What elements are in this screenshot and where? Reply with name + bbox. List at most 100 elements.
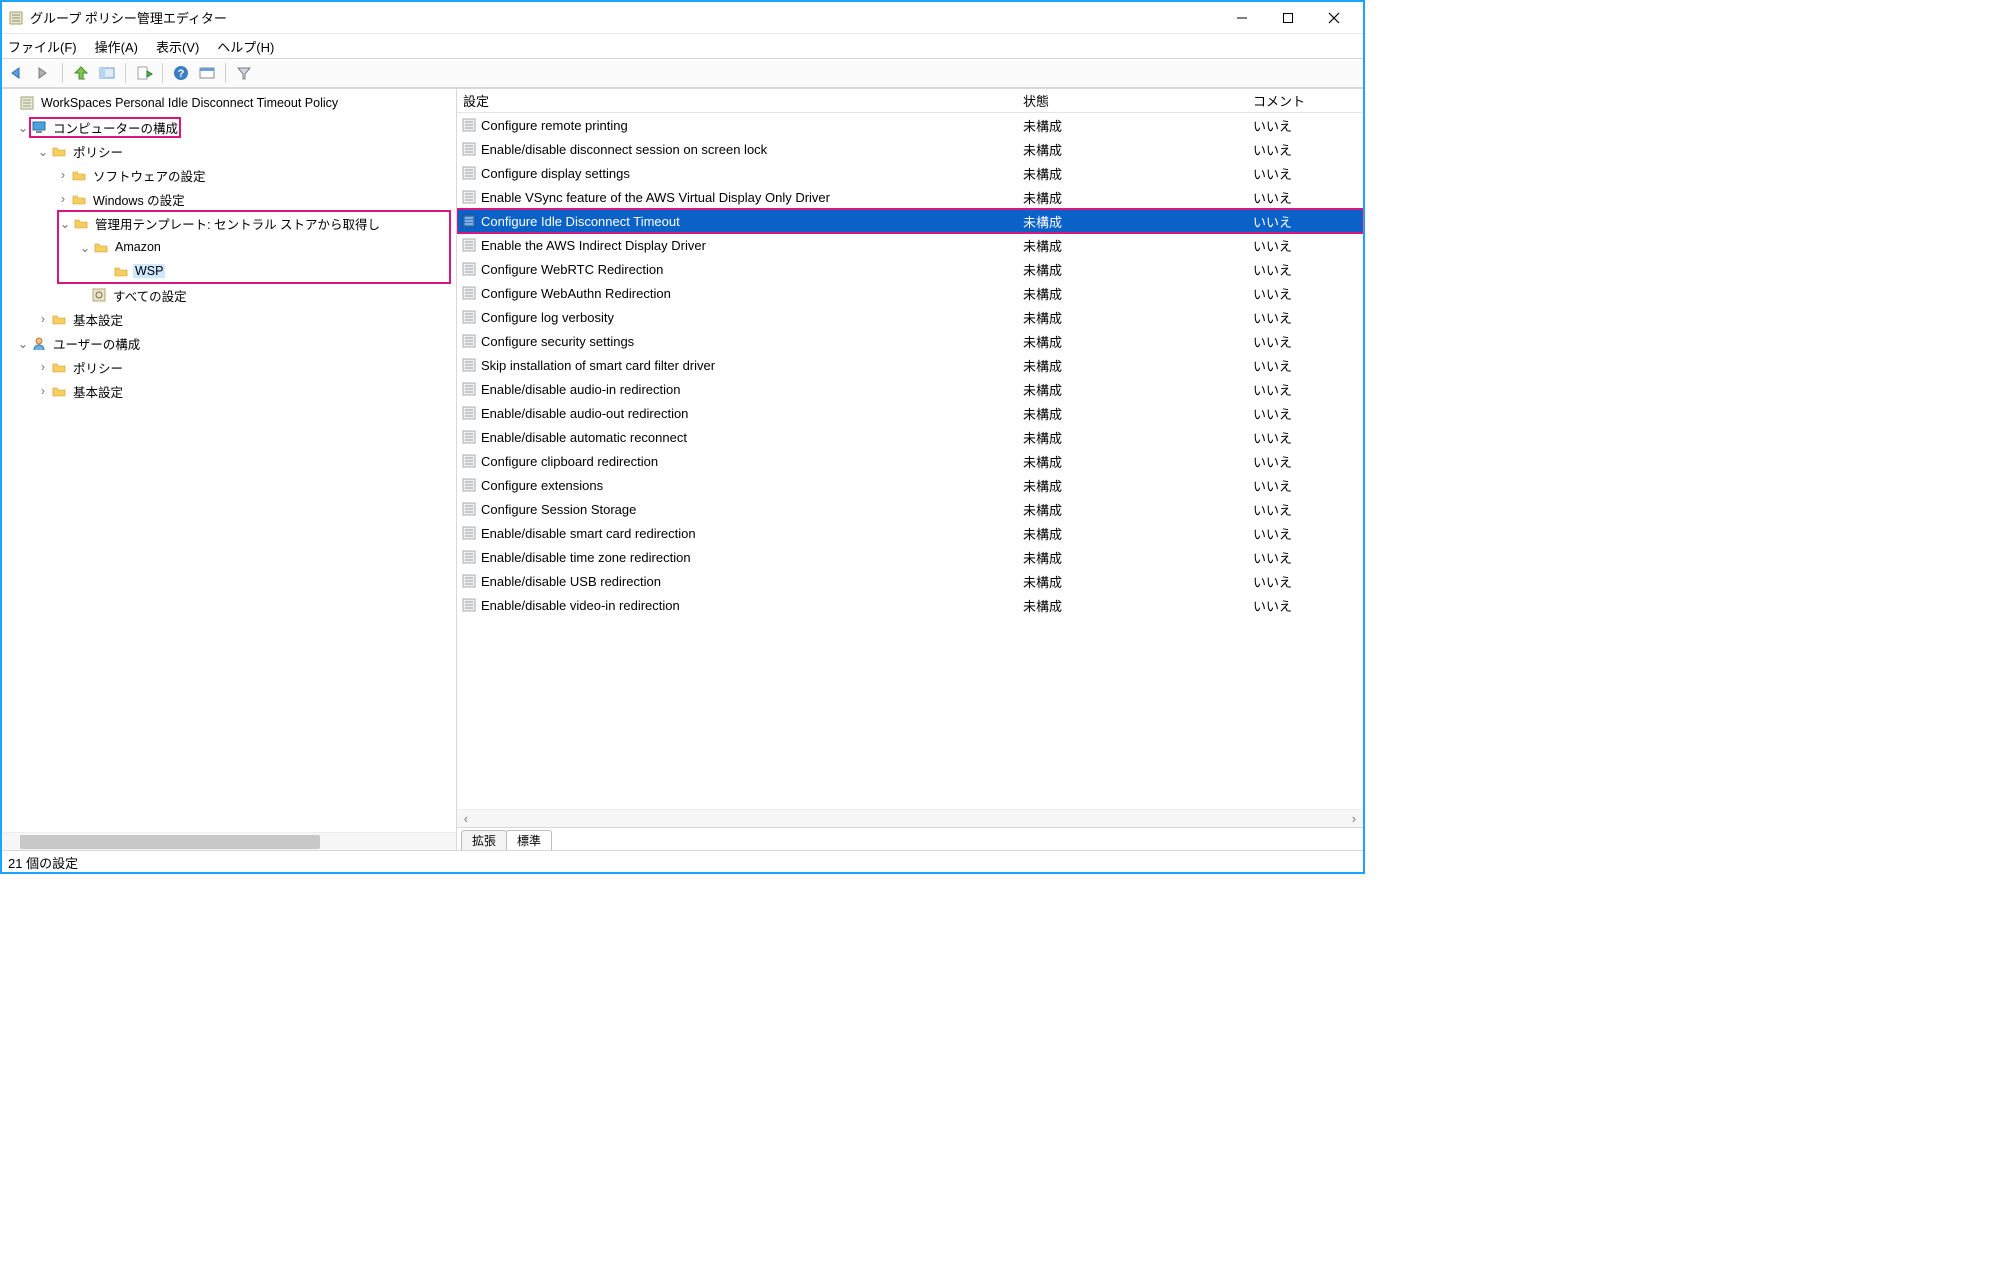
setting-row[interactable]: Enable/disable automatic reconnect未構成いいえ <box>457 425 1363 449</box>
setting-row[interactable]: Configure WebAuthn Redirection未構成いいえ <box>457 281 1363 305</box>
minimize-button[interactable] <box>1219 3 1265 33</box>
setting-state: 未構成 <box>1023 236 1253 255</box>
setting-icon <box>461 549 477 565</box>
expander-icon[interactable]: ⌄ <box>78 240 92 255</box>
setting-icon <box>461 597 477 613</box>
toolbar-separator <box>162 63 163 83</box>
up-button[interactable] <box>69 61 93 85</box>
user-icon <box>30 334 48 352</box>
setting-row[interactable]: Configure extensions未構成いいえ <box>457 473 1363 497</box>
column-setting[interactable]: 設定 <box>457 91 1023 110</box>
setting-row[interactable]: Configure display settings未構成いいえ <box>457 161 1363 185</box>
tree-scroll[interactable]: WorkSpaces Personal Idle Disconnect Time… <box>2 89 456 832</box>
properties-button[interactable] <box>195 61 219 85</box>
column-state[interactable]: 状態 <box>1023 91 1253 110</box>
scroll-left-icon[interactable]: ‹ <box>457 810 475 828</box>
tree-amazon[interactable]: ⌄ Amazon <box>58 235 450 259</box>
setting-row[interactable]: Enable/disable smart card redirection未構成… <box>457 521 1363 545</box>
setting-name: Configure log verbosity <box>481 310 614 325</box>
setting-row[interactable]: Enable the AWS Indirect Display Driver未構… <box>457 233 1363 257</box>
setting-name: Configure WebRTC Redirection <box>481 262 663 277</box>
setting-state: 未構成 <box>1023 188 1253 207</box>
close-button[interactable] <box>1311 3 1357 33</box>
setting-row[interactable]: Configure Session Storage未構成いいえ <box>457 497 1363 521</box>
expander-icon[interactable]: ⌄ <box>36 144 50 159</box>
menu-file[interactable]: ファイル(F) <box>8 37 77 56</box>
setting-row[interactable]: Configure clipboard redirection未構成いいえ <box>457 449 1363 473</box>
highlight-box: ⌄ 管理用テンプレート: セントラル ストアから取得し ⌄ Amazon WSP <box>58 211 450 283</box>
setting-row[interactable]: Enable/disable time zone redirection未構成い… <box>457 545 1363 569</box>
tree-root[interactable]: WorkSpaces Personal Idle Disconnect Time… <box>2 91 456 115</box>
setting-icon <box>461 213 477 229</box>
expander-icon[interactable]: › <box>36 360 50 374</box>
setting-state: 未構成 <box>1023 548 1253 567</box>
tree-windows[interactable]: › Windows の設定 <box>2 187 456 211</box>
tree-computer-config[interactable]: ⌄ コンピューターの構成 <box>2 115 456 139</box>
tree-preferences[interactable]: › 基本設定 <box>2 307 456 331</box>
list-horizontal-scrollbar[interactable]: ‹ › <box>457 809 1363 827</box>
setting-row[interactable]: Configure remote printing未構成いいえ <box>457 113 1363 137</box>
setting-icon <box>461 261 477 277</box>
setting-row[interactable]: Configure log verbosity未構成いいえ <box>457 305 1363 329</box>
setting-comment: いいえ <box>1253 548 1363 567</box>
tree-label: コンピューターの構成 <box>51 118 180 137</box>
setting-name-cell: Enable/disable video-in redirection <box>457 597 1023 613</box>
back-button[interactable] <box>6 61 30 85</box>
tree-software[interactable]: › ソフトウェアの設定 <box>2 163 456 187</box>
menu-view[interactable]: 表示(V) <box>156 37 199 56</box>
expander-icon[interactable]: ⌄ <box>16 120 30 135</box>
setting-row[interactable]: Enable/disable video-in redirection未構成いい… <box>457 593 1363 617</box>
tree-label: ポリシー <box>71 142 125 161</box>
tree-user-preferences[interactable]: › 基本設定 <box>2 379 456 403</box>
setting-row[interactable]: Configure Idle Disconnect Timeout未構成いいえ <box>457 209 1363 233</box>
tree-all-settings[interactable]: すべての設定 <box>2 283 456 307</box>
toolbar-separator <box>62 63 63 83</box>
window-title: グループ ポリシー管理エディター <box>30 8 1219 27</box>
settings-list[interactable]: Configure remote printing未構成いいえEnable/di… <box>457 113 1363 809</box>
filter-button[interactable] <box>232 61 256 85</box>
setting-state: 未構成 <box>1023 260 1253 279</box>
tree-user-policy[interactable]: › ポリシー <box>2 355 456 379</box>
menu-action[interactable]: 操作(A) <box>95 37 138 56</box>
setting-state: 未構成 <box>1023 428 1253 447</box>
setting-icon <box>461 453 477 469</box>
setting-icon <box>461 333 477 349</box>
svg-text:?: ? <box>178 68 185 80</box>
tab-extended[interactable]: 拡張 <box>461 830 507 850</box>
setting-name: Configure clipboard redirection <box>481 454 658 469</box>
expander-icon[interactable]: › <box>56 192 70 206</box>
tree-user-config[interactable]: ⌄ ユーザーの構成 <box>2 331 456 355</box>
setting-state: 未構成 <box>1023 572 1253 591</box>
setting-state: 未構成 <box>1023 380 1253 399</box>
help-button[interactable]: ? <box>169 61 193 85</box>
setting-row[interactable]: Enable VSync feature of the AWS Virtual … <box>457 185 1363 209</box>
expander-icon[interactable]: ⌄ <box>58 216 72 231</box>
setting-row[interactable]: Configure WebRTC Redirection未構成いいえ <box>457 257 1363 281</box>
setting-row[interactable]: Configure security settings未構成いいえ <box>457 329 1363 353</box>
tree-horizontal-scrollbar[interactable] <box>2 832 456 850</box>
forward-button[interactable] <box>32 61 56 85</box>
maximize-button[interactable] <box>1265 3 1311 33</box>
tree-admin-templates[interactable]: ⌄ 管理用テンプレート: セントラル ストアから取得し <box>58 211 450 235</box>
setting-row[interactable]: Enable/disable disconnect session on scr… <box>457 137 1363 161</box>
expander-icon[interactable]: › <box>36 312 50 326</box>
setting-row[interactable]: Enable/disable audio-in redirection未構成いい… <box>457 377 1363 401</box>
scroll-right-icon[interactable]: › <box>1345 810 1363 828</box>
show-hide-tree-button[interactable] <box>95 61 119 85</box>
tree-policy[interactable]: ⌄ ポリシー <box>2 139 456 163</box>
menu-help[interactable]: ヘルプ(H) <box>217 37 274 56</box>
setting-row[interactable]: Skip installation of smart card filter d… <box>457 353 1363 377</box>
scrollbar-thumb[interactable] <box>20 835 320 849</box>
expander-icon[interactable]: › <box>36 384 50 398</box>
export-button[interactable] <box>132 61 156 85</box>
setting-row[interactable]: Enable/disable USB redirection未構成いいえ <box>457 569 1363 593</box>
column-comment[interactable]: コメント <box>1253 91 1363 110</box>
tab-standard[interactable]: 標準 <box>506 830 552 850</box>
setting-icon <box>461 429 477 445</box>
tree-wsp[interactable]: WSP <box>58 259 450 283</box>
setting-name-cell: Configure extensions <box>457 477 1023 493</box>
expander-icon[interactable]: › <box>56 168 70 182</box>
expander-icon[interactable]: ⌄ <box>16 336 30 351</box>
folder-icon <box>50 382 68 400</box>
setting-row[interactable]: Enable/disable audio-out redirection未構成い… <box>457 401 1363 425</box>
